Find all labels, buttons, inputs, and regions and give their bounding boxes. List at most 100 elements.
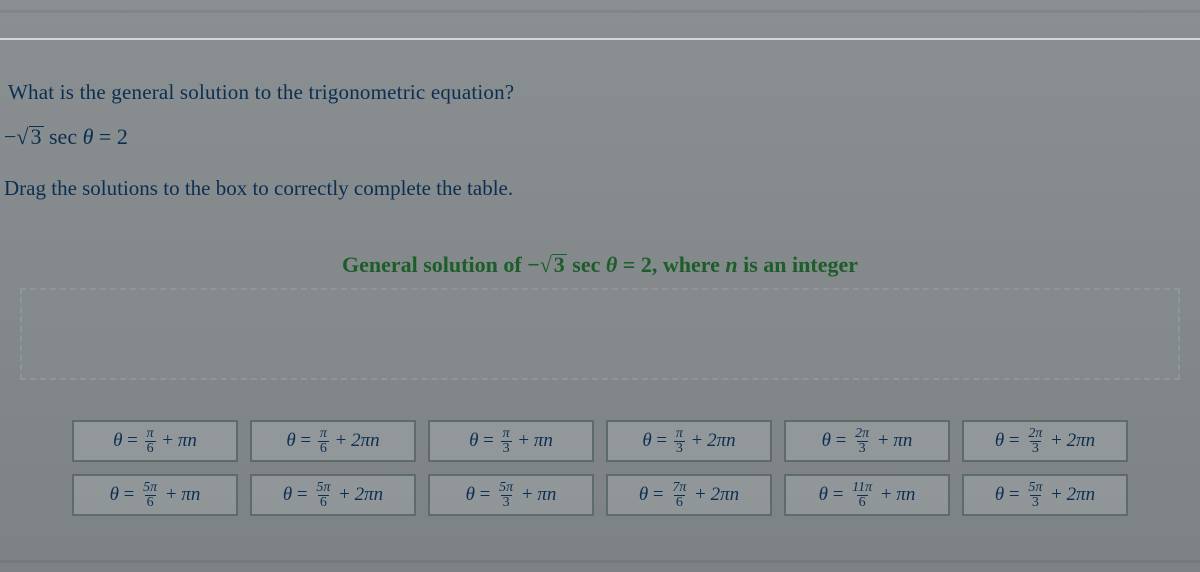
drop-target[interactable]	[20, 288, 1180, 380]
radicand: 3	[29, 126, 44, 147]
page: What is the general solution to the trig…	[0, 0, 1200, 572]
frac-num: 5π	[1026, 481, 1044, 495]
eq-var: θ	[83, 124, 94, 149]
frac-den: 6	[857, 495, 868, 510]
sqrt: √3	[540, 254, 567, 276]
tile-fraction: 5π6	[141, 481, 159, 510]
given-equation: −√3 sec θ = 2	[4, 124, 128, 150]
title-rhs: 2	[641, 252, 652, 277]
answer-tile[interactable]: θ = 2π3 + 2πn	[962, 420, 1128, 462]
tile-fraction: π3	[674, 427, 685, 456]
tile-eq: =	[1004, 484, 1024, 506]
frac-den: 3	[674, 441, 685, 456]
answer-tile[interactable]: θ = 5π6 + 2πn	[250, 474, 416, 516]
tile-period: πn	[178, 430, 197, 452]
frac-num: 2π	[853, 427, 871, 441]
tile-theta: θ	[469, 430, 478, 452]
artifact	[0, 10, 1200, 13]
frac-num: 7π	[670, 481, 688, 495]
tile-fraction: 5π3	[497, 481, 515, 510]
tile-plus: +	[1046, 430, 1066, 452]
tile-eq: =	[1004, 430, 1024, 452]
tile-theta: θ	[286, 430, 295, 452]
title-tail2: is an integer	[738, 252, 858, 277]
frac-den: 6	[318, 495, 329, 510]
tile-plus: +	[158, 430, 178, 452]
title-lead: General solution of	[342, 252, 527, 277]
tile-fraction: 11π6	[850, 481, 874, 510]
tile-theta: θ	[995, 430, 1004, 452]
tile-period: πn	[893, 430, 912, 452]
radicand: 3	[552, 254, 567, 275]
tile-theta: θ	[995, 484, 1004, 506]
frac-den: 6	[674, 495, 685, 510]
tile-theta: θ	[819, 484, 828, 506]
frac-num: 11π	[850, 481, 874, 495]
title-var: θ	[606, 252, 617, 277]
tile-plus: +	[331, 430, 351, 452]
answer-tile[interactable]: θ = π6 + πn	[72, 420, 238, 462]
title-prefix: −	[527, 252, 540, 277]
tile-theta: θ	[283, 484, 292, 506]
frac-den: 3	[501, 441, 512, 456]
tile-eq: =	[648, 484, 668, 506]
tile-row-1: θ = π6 + πnθ = π6 + 2πnθ = π3 + πnθ = π3…	[72, 420, 1128, 462]
answer-tile[interactable]: θ = 5π3 + 2πn	[962, 474, 1128, 516]
tile-period: 2πn	[351, 430, 380, 452]
frac-num: 5π	[497, 481, 515, 495]
answer-tile[interactable]: θ = 11π6 + πn	[784, 474, 950, 516]
tile-plus: +	[873, 430, 893, 452]
answer-tile[interactable]: θ = π3 + 2πn	[606, 420, 772, 462]
tile-period: 2πn	[1067, 430, 1096, 452]
tile-fraction: 5π6	[314, 481, 332, 510]
answer-tile[interactable]: θ = 7π6 + 2πn	[606, 474, 772, 516]
tile-eq: =	[122, 430, 142, 452]
tile-theta: θ	[466, 484, 475, 506]
tile-period: 2πn	[707, 430, 736, 452]
tile-eq: =	[652, 430, 672, 452]
tile-period: 2πn	[355, 484, 384, 506]
tile-plus: +	[1046, 484, 1066, 506]
answer-tile[interactable]: θ = 5π3 + πn	[428, 474, 594, 516]
frac-num: π	[145, 427, 156, 441]
frac-num: π	[318, 427, 329, 441]
frac-den: 3	[857, 441, 868, 456]
frac-num: π	[674, 427, 685, 441]
radical-icon: √	[540, 254, 552, 276]
table-title: General solution of −√3 sec θ = 2, where…	[0, 252, 1200, 278]
tile-plus: +	[517, 484, 537, 506]
answer-tile[interactable]: θ = 2π3 + πn	[784, 420, 950, 462]
tile-plus: +	[687, 430, 707, 452]
title-func: sec	[572, 252, 600, 277]
tile-theta: θ	[639, 484, 648, 506]
tile-theta: θ	[822, 430, 831, 452]
tile-fraction: 5π3	[1026, 481, 1044, 510]
tile-eq: =	[831, 430, 851, 452]
frac-den: 3	[1030, 441, 1041, 456]
tile-eq: =	[828, 484, 848, 506]
divider	[0, 38, 1200, 40]
radical-icon: √	[16, 126, 28, 148]
answer-tile[interactable]: θ = 5π6 + πn	[72, 474, 238, 516]
eq-rhs: 2	[117, 124, 128, 149]
tile-plus: +	[876, 484, 896, 506]
tile-eq: =	[475, 484, 495, 506]
answer-tile[interactable]: θ = π3 + πn	[428, 420, 594, 462]
tile-eq: =	[296, 430, 316, 452]
tile-fraction: 2π3	[1026, 427, 1044, 456]
tile-period: πn	[896, 484, 915, 506]
title-tail: , where	[652, 252, 726, 277]
sqrt: √3	[16, 126, 43, 148]
tile-period: 2πn	[711, 484, 740, 506]
tile-period: πn	[534, 430, 553, 452]
tile-plus: +	[514, 430, 534, 452]
tile-plus: +	[690, 484, 710, 506]
frac-den: 6	[145, 495, 156, 510]
tile-fraction: π6	[318, 427, 329, 456]
tile-plus: +	[161, 484, 181, 506]
tile-theta: θ	[642, 430, 651, 452]
frac-den: 3	[1030, 495, 1041, 510]
question-text: What is the general solution to the trig…	[8, 80, 514, 105]
tile-fraction: π3	[501, 427, 512, 456]
answer-tile[interactable]: θ = π6 + 2πn	[250, 420, 416, 462]
